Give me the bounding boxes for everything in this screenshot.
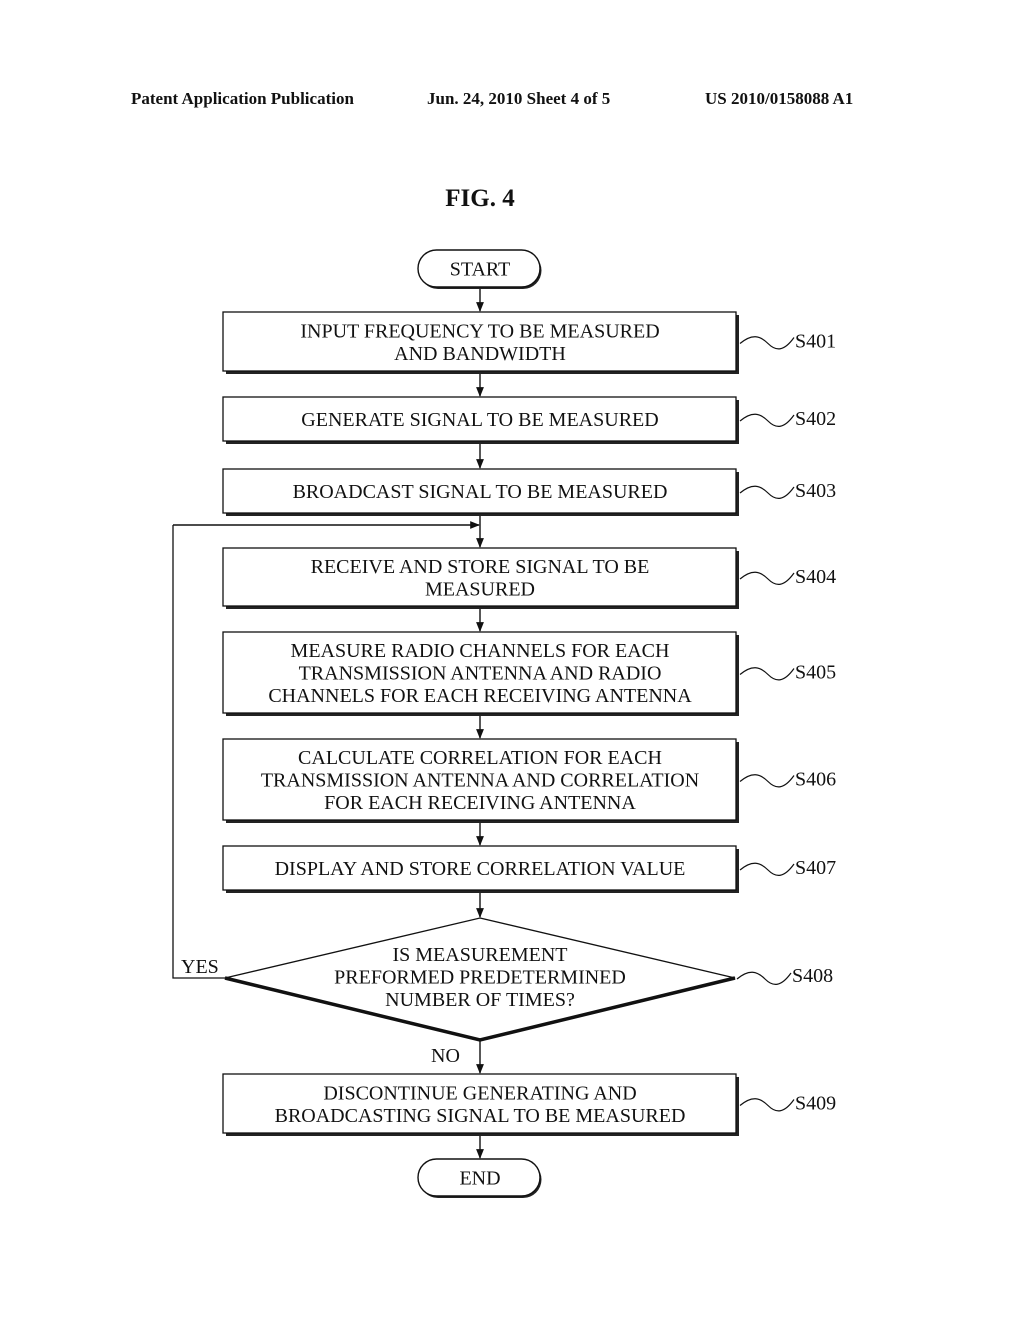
step-connector-s408 [736,971,792,985]
step-label-s407: S407 [795,857,836,879]
step-label-s405: S405 [795,662,836,684]
step-text-s409: BROADCASTING SIGNAL TO BE MEASURED [275,1105,686,1127]
step-label-s401: S401 [795,331,836,353]
step-connector-s403 [739,485,795,499]
step-connector-s405 [739,667,795,681]
step-label-s406: S406 [795,769,836,791]
step-text-s405: TRANSMISSION ANTENNA AND RADIO [299,663,662,685]
step-text-s405: MEASURE RADIO CHANNELS FOR EACH [291,640,670,662]
step-text-s406: TRANSMISSION ANTENNA AND CORRELATION [261,770,699,792]
step-label-s408: S408 [792,965,833,987]
step-connector-s407 [739,862,795,876]
step-connector-s402 [739,413,795,427]
step-connector-s406 [739,774,795,788]
step-text-s406: FOR EACH RECEIVING ANTENNA [324,792,636,814]
yes-label: YES [181,956,219,978]
end-terminal-label: END [459,1168,500,1190]
step-text-s407: DISPLAY AND STORE CORRELATION VALUE [275,858,686,880]
step-label-s409: S409 [795,1093,836,1115]
step-text-s404: MEASURED [425,578,535,600]
step-label-s402: S402 [795,408,836,430]
step-text-s404: RECEIVE AND STORE SIGNAL TO BE [311,556,650,578]
step-text-s401: INPUT FREQUENCY TO BE MEASURED [300,320,659,342]
flowchart: START INPUT FREQUENCY TO BE MEASUREDAND B… [172,249,836,1198]
step-label-s404: S404 [795,566,836,588]
step-text-s402: GENERATE SIGNAL TO BE MEASURED [301,409,658,431]
no-label: NO [431,1045,460,1067]
yes-loop-line [172,525,225,979]
step-connector-s404 [739,571,795,585]
step-text-s401: AND BANDWIDTH [394,343,566,365]
step-text-s406: CALCULATE CORRELATION FOR EACH [298,747,662,769]
step-connector-s409 [739,1098,795,1112]
decision-text-s408: IS MEASUREMENT [392,944,567,966]
step-text-s403: BROADCAST SIGNAL TO BE MEASURED [293,481,668,503]
start-terminal-label: START [450,259,511,281]
step-connector-s401 [739,336,795,350]
decision-text-s408: PREFORMED PREDETERMINED [334,967,626,989]
step-text-s409: DISCONTINUE GENERATING AND [323,1082,636,1104]
step-label-s403: S403 [795,480,836,502]
decision-text-s408: NUMBER OF TIMES? [385,989,575,1011]
step-text-s405: CHANNELS FOR EACH RECEIVING ANTENNA [268,685,692,707]
